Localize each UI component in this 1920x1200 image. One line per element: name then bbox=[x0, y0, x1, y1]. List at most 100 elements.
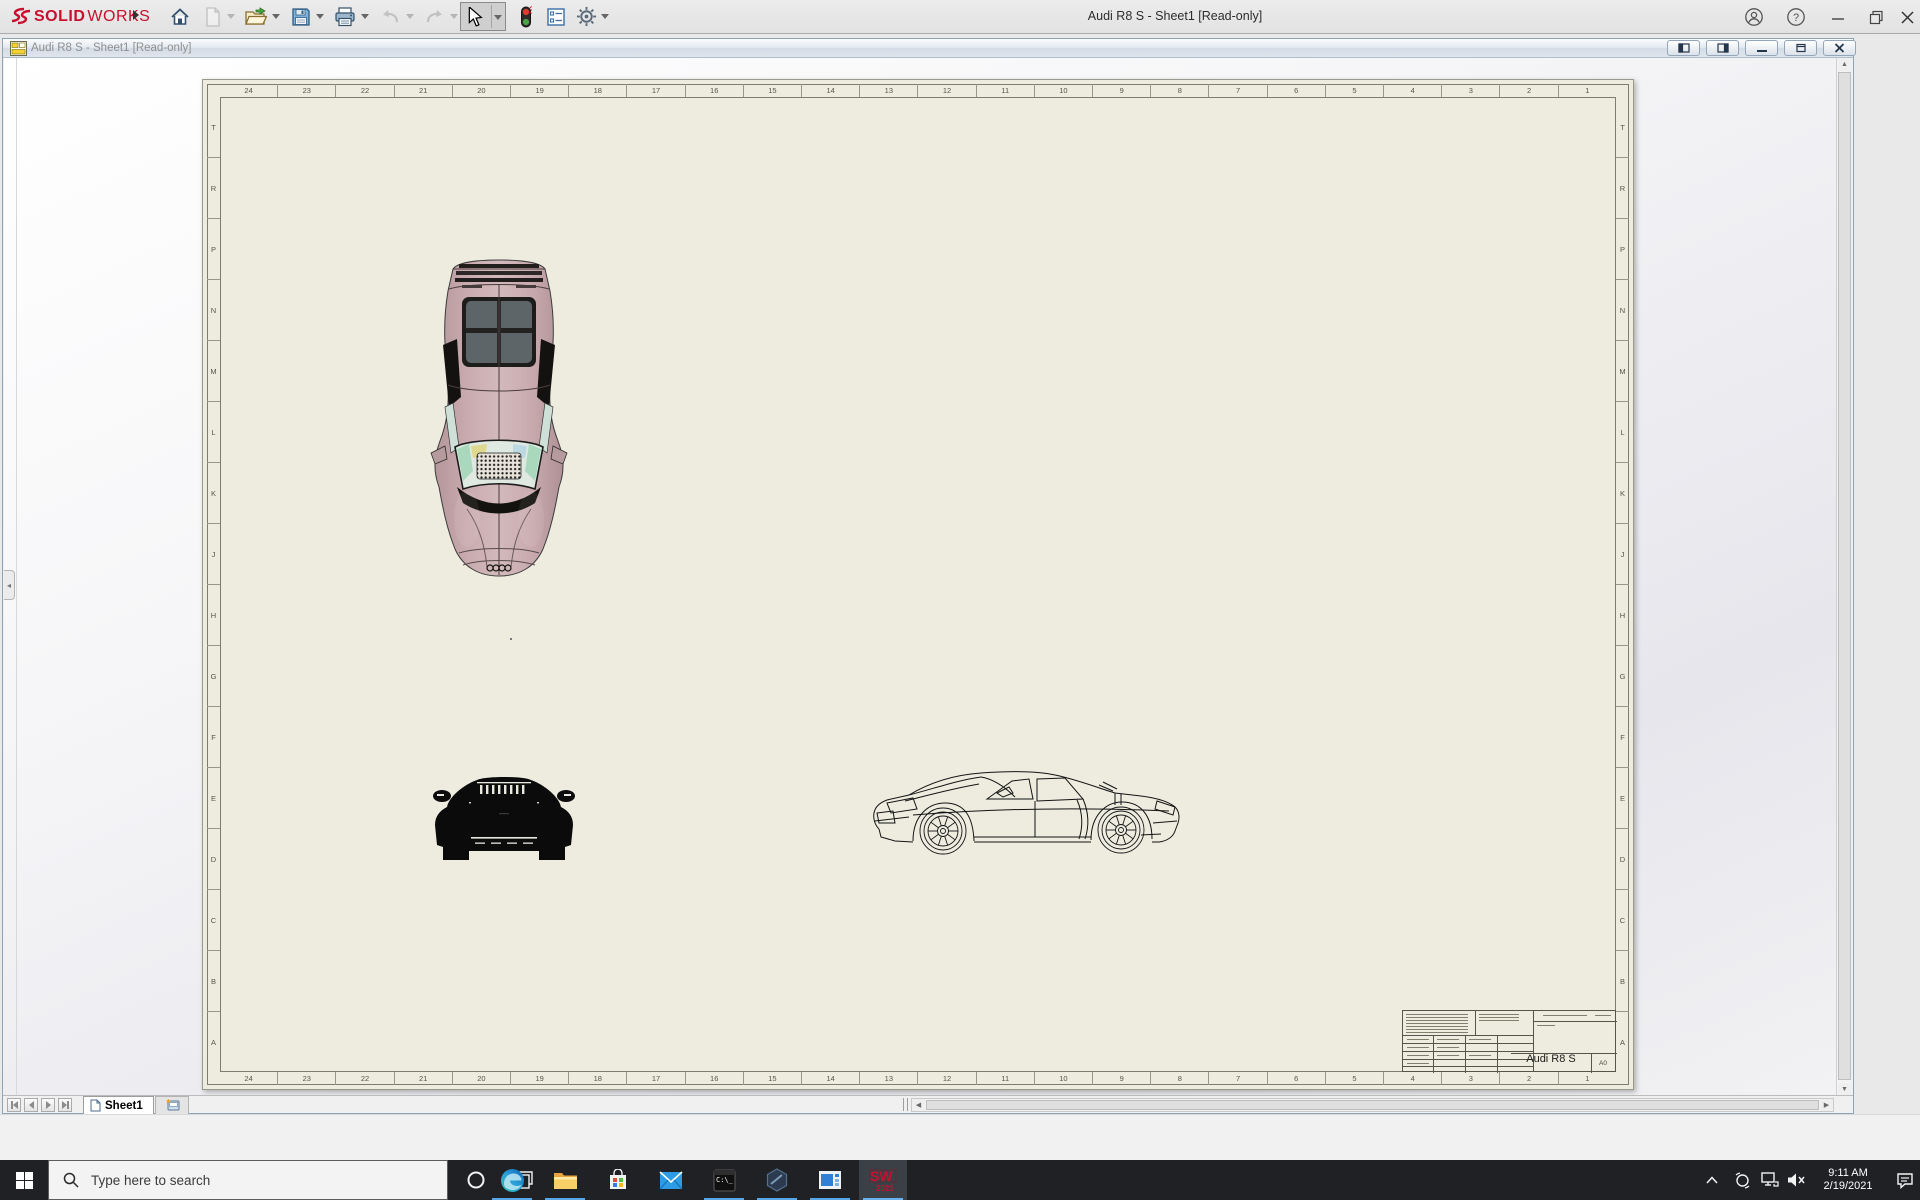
new-document-button[interactable] bbox=[201, 4, 225, 29]
save-dropdown[interactable] bbox=[316, 14, 324, 19]
zone-number: 1 bbox=[1557, 84, 1616, 97]
menu-expand-arrow[interactable] bbox=[133, 10, 139, 20]
zone-number: 4 bbox=[1383, 1072, 1441, 1085]
status-strip bbox=[0, 1114, 1920, 1160]
zone-number: 12 bbox=[917, 1072, 975, 1085]
doc-close-button[interactable] bbox=[1823, 40, 1856, 56]
previous-sheet-button[interactable] bbox=[24, 1098, 38, 1112]
scroll-left-arrow[interactable]: ◀ bbox=[912, 1099, 925, 1111]
new-document-dropdown[interactable] bbox=[227, 14, 235, 19]
restore-button[interactable] bbox=[1862, 6, 1890, 28]
mail-icon bbox=[659, 1170, 683, 1189]
tray-clock[interactable]: 9:11 AM 2/19/2021 bbox=[1806, 1160, 1890, 1200]
open-button[interactable] bbox=[244, 4, 268, 29]
action-center-button[interactable] bbox=[1890, 1160, 1920, 1200]
undo-dropdown[interactable] bbox=[406, 14, 414, 19]
network-icon bbox=[1761, 1172, 1779, 1187]
horizontal-scrollbar[interactable]: ◀ ▶ bbox=[911, 1098, 1834, 1112]
select-tool-button[interactable] bbox=[460, 2, 506, 31]
tabbar-splitter[interactable] bbox=[903, 1098, 908, 1111]
search-input[interactable] bbox=[91, 1172, 421, 1188]
first-sheet-button[interactable] bbox=[7, 1098, 21, 1112]
home-button[interactable] bbox=[168, 4, 192, 29]
taskbar-search[interactable] bbox=[48, 1160, 448, 1200]
zone-letter: T bbox=[211, 122, 216, 132]
rebuild-traffic-light-button[interactable] bbox=[514, 4, 538, 29]
doc-restore-button[interactable] bbox=[1784, 40, 1817, 56]
redo-button[interactable] bbox=[423, 4, 447, 29]
window-title: Audi R8 S - Sheet1 [Read-only] bbox=[1087, 9, 1263, 23]
sheet-tab-bar: Sheet1 ◀ ▶ bbox=[3, 1095, 1853, 1114]
svg-text:2021: 2021 bbox=[876, 1184, 894, 1193]
pane-right-button[interactable] bbox=[1706, 40, 1739, 56]
pane-splitter[interactable] bbox=[16, 58, 17, 1096]
logo-text-works: WORKS bbox=[87, 8, 151, 25]
drawing-viewport[interactable]: ◂ 24 23 22 21 20 19 18 17 16 15 14 13 12 11 10 9 8 7 6 5 4 3 2… bbox=[4, 58, 1836, 1096]
zone-letter: M bbox=[1616, 340, 1629, 401]
print-dropdown[interactable] bbox=[361, 14, 369, 19]
undo-button[interactable] bbox=[378, 4, 402, 29]
command-prompt-button[interactable]: C:\_ bbox=[700, 1160, 748, 1200]
store-icon bbox=[610, 1169, 626, 1189]
scroll-right-arrow[interactable]: ▶ bbox=[1820, 1099, 1833, 1111]
next-sheet-button[interactable] bbox=[41, 1098, 55, 1112]
solidworks-logo[interactable]: SOLID WORKS bbox=[10, 6, 150, 28]
account-button[interactable] bbox=[1740, 6, 1768, 28]
document-titlebar[interactable]: Audi R8 S - Sheet1 [Read-only] bbox=[3, 39, 1856, 58]
title-block[interactable]: Audi R8 S A0 bbox=[1402, 1010, 1617, 1073]
drawing-sheet[interactable]: 24 23 22 21 20 19 18 17 16 15 14 13 12 11 10 9 8 7 6 5 4 3 2 1 … bbox=[202, 79, 1634, 1090]
zone-number: 16 bbox=[684, 84, 743, 97]
pane-left-button[interactable] bbox=[1667, 40, 1700, 56]
zone-number: 3 bbox=[1441, 84, 1499, 97]
start-button[interactable] bbox=[0, 1160, 48, 1200]
doc-minimize-button[interactable] bbox=[1745, 40, 1778, 56]
mail-button[interactable] bbox=[647, 1160, 695, 1200]
zone-number: 7 bbox=[1208, 1072, 1266, 1085]
scroll-up-arrow[interactable]: ▲ bbox=[1838, 58, 1851, 71]
store-button[interactable] bbox=[594, 1160, 642, 1200]
meet-now-button[interactable] bbox=[1728, 1160, 1756, 1200]
hscroll-thumb[interactable] bbox=[926, 1100, 1819, 1110]
print-button[interactable] bbox=[333, 4, 357, 29]
zone-letter: J bbox=[1616, 523, 1629, 584]
drawing-view-top[interactable] bbox=[429, 257, 569, 579]
zone-letter: B bbox=[1616, 950, 1629, 1011]
title-block-sheet-size: A0 bbox=[1599, 1060, 1607, 1067]
drawing-view-side[interactable] bbox=[869, 765, 1187, 861]
zone-letter: P bbox=[1616, 218, 1629, 279]
zone-letter: T bbox=[1620, 122, 1625, 132]
zone-letter: B bbox=[207, 950, 220, 1011]
network-button[interactable] bbox=[1756, 1160, 1784, 1200]
tab-sheet1[interactable]: Sheet1 bbox=[83, 1096, 154, 1114]
options-dropdown[interactable] bbox=[601, 14, 609, 19]
select-tool-dropdown[interactable] bbox=[494, 15, 502, 20]
zone-number: 11 bbox=[975, 84, 1034, 97]
zone-letter: K bbox=[207, 462, 220, 523]
add-sheet-tab[interactable] bbox=[155, 1096, 189, 1114]
zone-number: 21 bbox=[393, 1072, 452, 1085]
options-gear-button[interactable] bbox=[574, 4, 598, 29]
pane-collapse-tab[interactable]: ◂ bbox=[4, 570, 15, 600]
solidworks-app-button[interactable]: SW 2021 bbox=[859, 1160, 907, 1200]
minimize-button[interactable] bbox=[1824, 6, 1852, 28]
hex-app-button[interactable] bbox=[753, 1160, 801, 1200]
task-list-button[interactable] bbox=[544, 4, 568, 29]
drawing-view-front[interactable] bbox=[433, 767, 575, 863]
zone-number: 5 bbox=[1324, 1072, 1383, 1085]
vertical-scrollbar[interactable]: ▲ ▼ bbox=[1836, 58, 1851, 1096]
zone-letter: J bbox=[207, 523, 220, 584]
edge-button[interactable] bbox=[488, 1160, 536, 1200]
view-anchor-dot bbox=[509, 455, 511, 457]
last-sheet-button[interactable] bbox=[58, 1098, 72, 1112]
zone-number: 5 bbox=[1324, 84, 1383, 97]
redo-dropdown[interactable] bbox=[450, 14, 458, 19]
remote-window-button[interactable] bbox=[806, 1160, 854, 1200]
save-button[interactable] bbox=[289, 4, 313, 29]
zone-number: 19 bbox=[510, 1072, 568, 1085]
help-button[interactable]: ? bbox=[1782, 6, 1810, 28]
tray-chevron-button[interactable] bbox=[1698, 1160, 1726, 1200]
file-explorer-button[interactable] bbox=[541, 1160, 589, 1200]
vscroll-thumb[interactable] bbox=[1838, 72, 1851, 1080]
open-dropdown[interactable] bbox=[272, 14, 280, 19]
close-button[interactable] bbox=[1896, 6, 1918, 28]
